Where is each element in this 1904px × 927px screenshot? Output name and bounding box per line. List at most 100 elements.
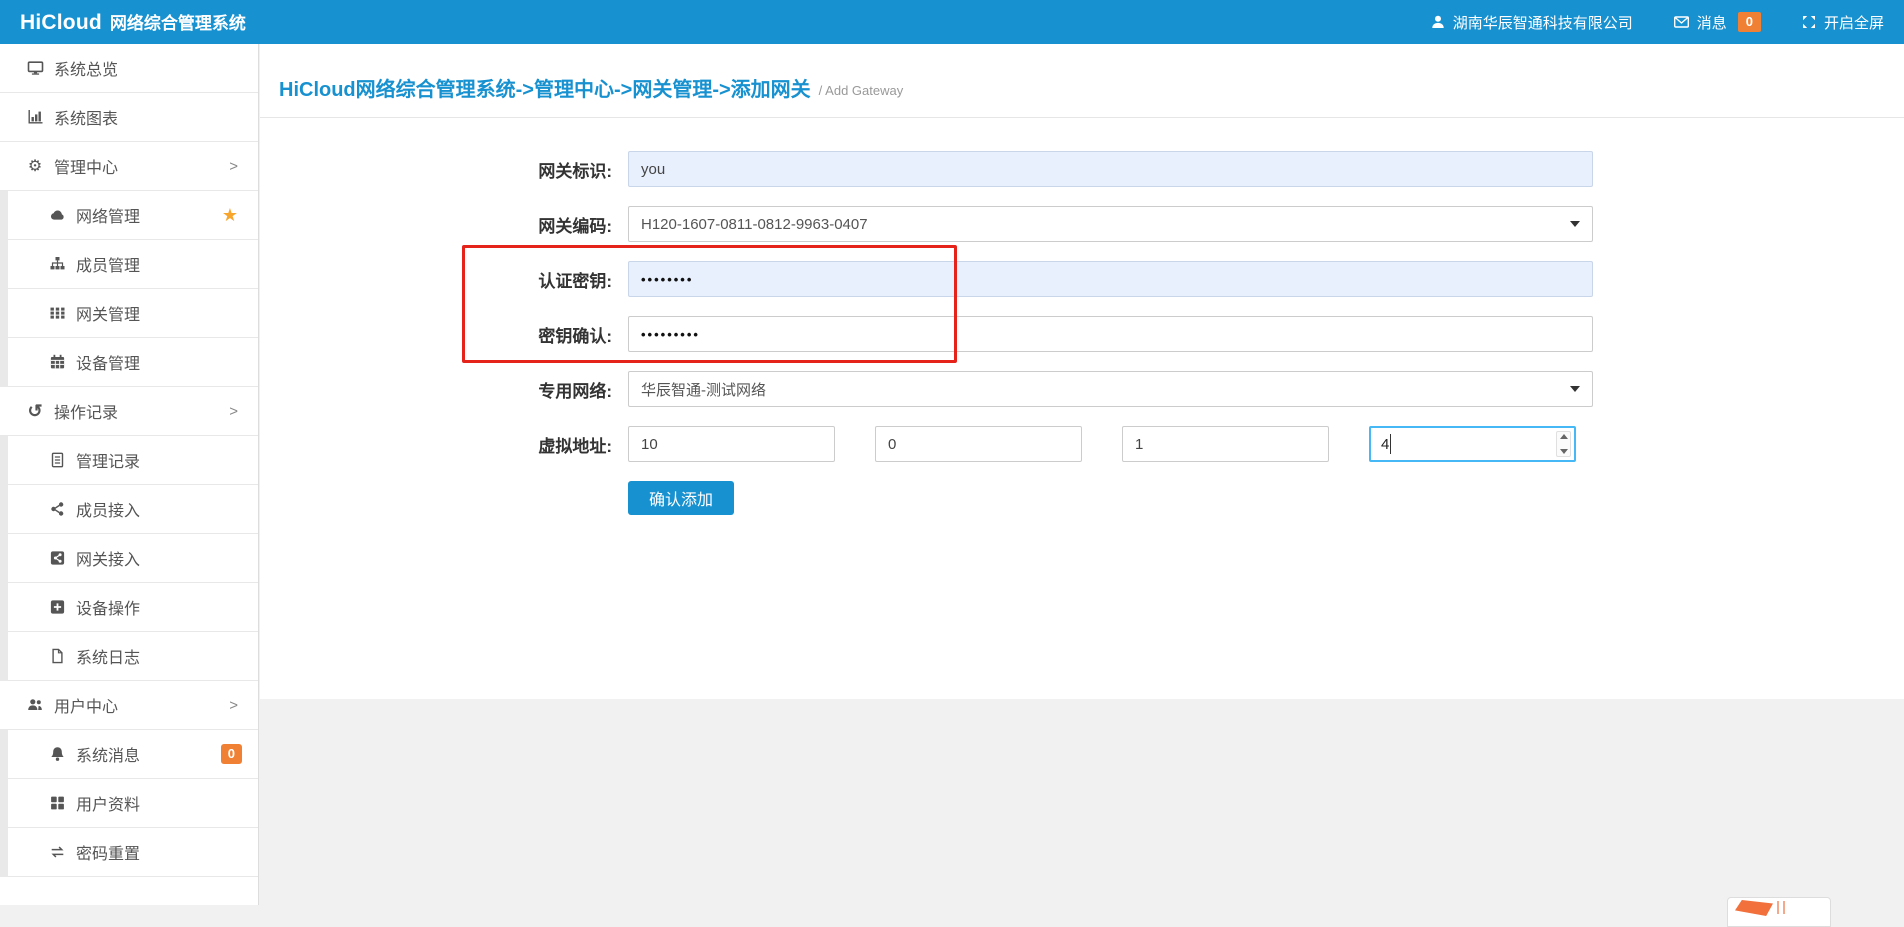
sidebar-item-admin-center[interactable]: ⚙ 管理中心 > bbox=[0, 142, 258, 191]
sidebar-item-label: 密码重置 bbox=[76, 840, 140, 864]
gear-icon: ⚙ bbox=[25, 156, 45, 176]
sidebar-item-label: 网关接入 bbox=[76, 546, 140, 570]
sidebar-item-password-reset[interactable]: 密码重置 bbox=[0, 828, 258, 877]
select-caret-icon bbox=[1570, 221, 1580, 227]
share-icon bbox=[47, 501, 67, 517]
support-widget-logo-icon bbox=[1783, 901, 1785, 914]
grid-large-icon bbox=[47, 795, 67, 811]
sidebar-item-gateway-management[interactable]: 网关管理 bbox=[0, 289, 258, 338]
main-content: HiCloud网络综合管理系统->管理中心->网关管理->添加网关 / Add … bbox=[260, 44, 1904, 905]
form-row-virtual-address: 虚拟地址: bbox=[260, 426, 1904, 462]
sidebar-item-label: 管理记录 bbox=[76, 448, 140, 472]
envelope-icon bbox=[1673, 14, 1690, 30]
sidebar-item-operation-records[interactable]: ↺ 操作记录 > bbox=[0, 387, 258, 436]
sidebar-item-network-management[interactable]: 网络管理 ★ bbox=[0, 191, 258, 240]
messages-count-badge: 0 bbox=[1738, 12, 1761, 32]
support-widget[interactable] bbox=[1727, 897, 1831, 927]
virtual-address-label: 虚拟地址: bbox=[260, 432, 628, 457]
sidebar-item-label: 设备管理 bbox=[76, 350, 140, 374]
file-text-icon bbox=[47, 452, 67, 468]
refresh-icon bbox=[47, 844, 67, 860]
fullscreen-icon bbox=[1801, 14, 1817, 30]
sidebar-item-label: 系统总览 bbox=[54, 56, 118, 80]
form-row-auth-key: 认证密钥: bbox=[260, 261, 1904, 297]
sidebar-item-user-profile[interactable]: 用户资料 bbox=[0, 779, 258, 828]
messages-count-badge: 0 bbox=[221, 744, 242, 764]
virtual-address-octet-4-wrapper bbox=[1369, 426, 1576, 462]
sidebar-item-label: 网络管理 bbox=[76, 203, 140, 227]
sidebar-item-admin-records[interactable]: 管理记录 bbox=[0, 436, 258, 485]
sidebar-item-user-center[interactable]: 用户中心 > bbox=[0, 681, 258, 730]
private-network-select[interactable]: 华辰智通-测试网络 bbox=[628, 371, 1593, 407]
virtual-address-octet-2-input[interactable] bbox=[875, 426, 1082, 462]
virtual-address-octet-1-input[interactable] bbox=[628, 426, 835, 462]
fullscreen-button[interactable]: 开启全屏 bbox=[1801, 12, 1884, 33]
sidebar-item-gateway-access[interactable]: 网关接入 bbox=[0, 534, 258, 583]
share-square-icon bbox=[47, 550, 67, 566]
breadcrumb-path: HiCloud网络综合管理系统->管理中心->网关管理->添加网关 bbox=[279, 73, 811, 102]
gateway-code-label: 网关编码: bbox=[260, 212, 628, 237]
sidebar-item-label: 系统日志 bbox=[76, 644, 140, 668]
sidebar-item-member-access[interactable]: 成员接入 bbox=[0, 485, 258, 534]
breadcrumb-suffix: / Add Gateway bbox=[819, 78, 904, 98]
topbar-right: 湖南华辰智通科技有限公司 消息 0 开启全屏 bbox=[1430, 12, 1884, 33]
sidebar-item-system-charts[interactable]: 系统图表 bbox=[0, 93, 258, 142]
grid-icon bbox=[47, 305, 67, 321]
stepper-down-icon[interactable] bbox=[1560, 449, 1568, 454]
sidebar-item-label: 成员接入 bbox=[76, 497, 140, 521]
favorite-star-icon[interactable]: ★ bbox=[222, 206, 238, 224]
content-panel: HiCloud网络综合管理系统->管理中心->网关管理->添加网关 / Add … bbox=[260, 44, 1904, 699]
sidebar-item-system-overview[interactable]: 系统总览 bbox=[0, 44, 258, 93]
sidebar-item-label: 操作记录 bbox=[54, 399, 118, 423]
bar-chart-icon bbox=[25, 109, 45, 125]
gateway-code-select[interactable]: H120-1607-0811-0812-9963-0407 bbox=[628, 206, 1593, 242]
account-menu[interactable]: 湖南华辰智通科技有限公司 bbox=[1430, 12, 1633, 33]
calendar-icon bbox=[47, 354, 67, 370]
page: { "topbar": { "brand_bold": "HiCloud", "… bbox=[0, 0, 1904, 905]
sidebar-item-device-operations[interactable]: 设备操作 bbox=[0, 583, 258, 632]
sidebar-item-label: 用户中心 bbox=[54, 693, 118, 717]
chevron-right-icon: > bbox=[229, 403, 238, 420]
support-widget-logo-icon bbox=[1735, 900, 1773, 916]
sidebar-item-label: 网关管理 bbox=[76, 301, 140, 325]
sidebar-item-label: 系统消息 bbox=[76, 742, 140, 766]
topbar: HiCloud 网络综合管理系统 湖南华辰智通科技有限公司 消息 0 开启全屏 bbox=[0, 0, 1904, 44]
sidebar-item-system-logs[interactable]: 系统日志 bbox=[0, 632, 258, 681]
virtual-address-octet-4-input[interactable] bbox=[1369, 426, 1576, 462]
company-name: 湖南华辰智通科技有限公司 bbox=[1453, 12, 1633, 33]
gateway-id-label: 网关标识: bbox=[260, 157, 628, 182]
form-row-key-confirm: 密钥确认: bbox=[260, 316, 1904, 352]
key-confirm-input[interactable] bbox=[628, 316, 1593, 352]
sidebar-item-member-management[interactable]: 成员管理 bbox=[0, 240, 258, 289]
gateway-id-input[interactable] bbox=[628, 151, 1593, 187]
bell-icon bbox=[47, 746, 67, 762]
form-row-gateway-code: 网关编码: H120-1607-0811-0812-9963-0407 bbox=[260, 206, 1904, 242]
users-icon bbox=[25, 697, 45, 713]
sidebar-item-system-messages[interactable]: 系统消息 0 bbox=[0, 730, 258, 779]
messages-label: 消息 bbox=[1697, 12, 1727, 33]
sidebar: 系统总览 系统图表 ⚙ 管理中心 > 网络管理 ★ 成员管理 网关管理 设 bbox=[0, 44, 259, 905]
private-network-label: 专用网络: bbox=[260, 377, 628, 402]
plus-square-icon bbox=[47, 599, 67, 615]
sidebar-item-label: 系统图表 bbox=[54, 105, 118, 129]
stepper-up-icon[interactable] bbox=[1560, 434, 1568, 439]
app-logo[interactable]: HiCloud 网络综合管理系统 bbox=[20, 9, 246, 35]
text-cursor bbox=[1390, 434, 1391, 454]
add-gateway-form: 网关标识: 网关编码: H120-1607-0811-0812-9963-040… bbox=[260, 118, 1904, 515]
cloud-icon bbox=[47, 207, 67, 223]
brand-name: HiCloud bbox=[20, 11, 102, 35]
auth-key-input[interactable] bbox=[628, 261, 1593, 297]
chevron-right-icon: > bbox=[229, 158, 238, 175]
chevron-right-icon: > bbox=[229, 697, 238, 714]
confirm-add-button[interactable]: 确认添加 bbox=[628, 481, 734, 515]
select-caret-icon bbox=[1570, 386, 1580, 392]
monitor-icon bbox=[25, 60, 45, 76]
messages-menu[interactable]: 消息 0 bbox=[1673, 12, 1761, 33]
sidebar-item-device-management[interactable]: 设备管理 bbox=[0, 338, 258, 387]
sitemap-icon bbox=[47, 256, 67, 272]
virtual-address-octet-3-input[interactable] bbox=[1122, 426, 1329, 462]
number-stepper[interactable] bbox=[1556, 431, 1571, 457]
auth-key-label: 认证密钥: bbox=[260, 267, 628, 292]
brand-product-name: 网络综合管理系统 bbox=[110, 9, 246, 34]
form-row-private-network: 专用网络: 华辰智通-测试网络 bbox=[260, 371, 1904, 407]
